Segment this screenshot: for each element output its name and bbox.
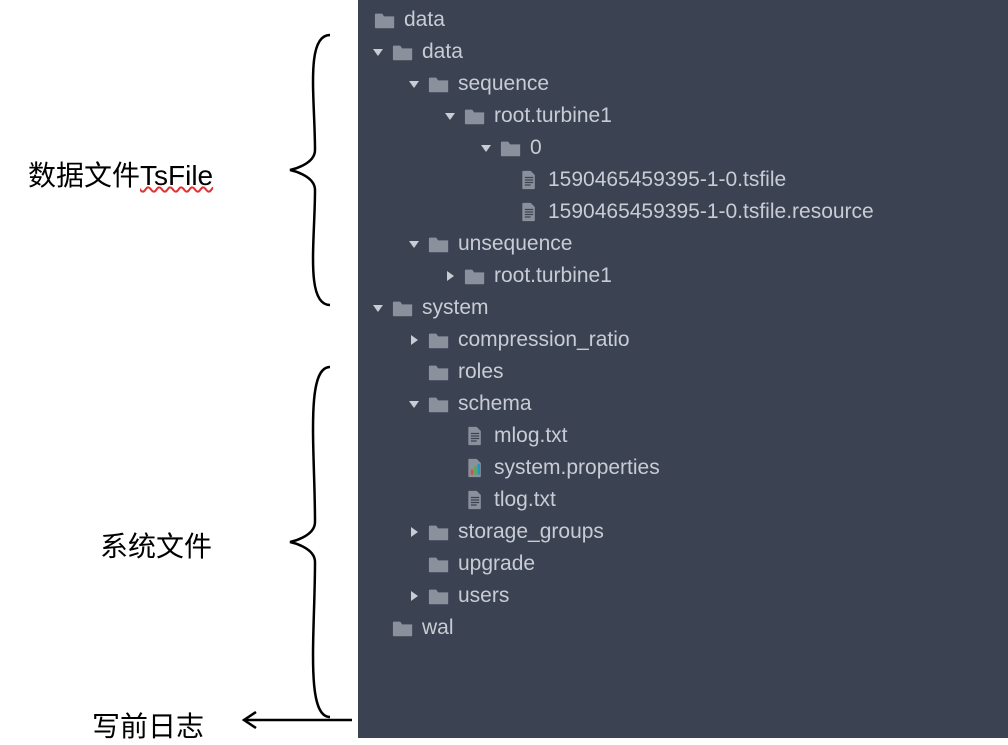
arrow-wal (234, 710, 354, 730)
annotation-tsfile-prefix: 数据文件 (28, 160, 140, 191)
tree-item-label: data (422, 40, 463, 64)
tree-row[interactable]: data (358, 36, 1008, 68)
tree-row[interactable]: sequence (358, 68, 1008, 100)
tree-item-label: system.properties (494, 456, 660, 480)
chevron-right-icon[interactable] (406, 526, 422, 538)
tree-item-label: mlog.txt (494, 424, 568, 448)
folder-icon (392, 297, 414, 319)
tree-item-label: roles (458, 360, 504, 384)
tree-item-label: storage_groups (458, 520, 604, 544)
folder-icon (392, 617, 414, 639)
chevron-down-icon[interactable] (370, 46, 386, 58)
annotation-tsfile-suffix: TsFile (140, 160, 213, 191)
file-icon (464, 425, 486, 447)
folder-icon (428, 521, 450, 543)
folder-icon (428, 233, 450, 255)
tree-row[interactable]: 1590465459395-1-0.tsfile (358, 164, 1008, 196)
tree-row[interactable]: schema (358, 388, 1008, 420)
file-icon (518, 201, 540, 223)
tree-row[interactable]: 0 (358, 132, 1008, 164)
folder-icon (392, 41, 414, 63)
file-tree-panel: datadatasequenceroot.turbine101590465459… (358, 0, 1008, 738)
chevron-right-icon[interactable] (442, 270, 458, 282)
annotation-tsfile: 数据文件TsFile (28, 154, 213, 194)
annotation-system: 系统文件 (100, 525, 212, 565)
tree-item-label: wal (422, 616, 454, 640)
tree-row[interactable]: storage_groups (358, 516, 1008, 548)
chevron-down-icon[interactable] (478, 142, 494, 154)
tree-row[interactable]: 1590465459395-1-0.tsfile.resource (358, 196, 1008, 228)
tree-row[interactable]: roles (358, 356, 1008, 388)
folder-icon (428, 329, 450, 351)
tree-item-label: schema (458, 392, 532, 416)
file-icon (518, 169, 540, 191)
tree-item-label: compression_ratio (458, 328, 630, 352)
folder-icon (500, 137, 522, 159)
tree-row[interactable]: root.turbine1 (358, 100, 1008, 132)
tree-item-label: root.turbine1 (494, 104, 612, 128)
tree-item-label: 0 (530, 136, 542, 160)
tree-row[interactable]: root.turbine1 (358, 260, 1008, 292)
chevron-down-icon[interactable] (406, 398, 422, 410)
tree-row[interactable]: system.properties (358, 452, 1008, 484)
folder-icon (428, 585, 450, 607)
chevron-down-icon[interactable] (370, 302, 386, 314)
tree-item-label: users (458, 584, 509, 608)
tree-item-label: unsequence (458, 232, 572, 256)
folder-icon (464, 105, 486, 127)
tree-row[interactable]: tlog.txt (358, 484, 1008, 516)
folder-icon (374, 9, 396, 31)
folder-icon (428, 553, 450, 575)
brace-system (280, 362, 340, 722)
tree-row[interactable]: wal (358, 612, 1008, 644)
chevron-down-icon[interactable] (406, 78, 422, 90)
chevron-down-icon[interactable] (442, 110, 458, 122)
tree-item-label: system (422, 296, 489, 320)
tree-item-label: 1590465459395-1-0.tsfile.resource (548, 200, 874, 224)
tree-item-label: tlog.txt (494, 488, 556, 512)
chevron-right-icon[interactable] (406, 590, 422, 602)
chevron-down-icon[interactable] (406, 238, 422, 250)
tree-item-label: 1590465459395-1-0.tsfile (548, 168, 786, 192)
tree-row[interactable]: data (358, 4, 1008, 36)
tree-row[interactable]: system (358, 292, 1008, 324)
annotation-wal: 写前日志 (92, 705, 204, 745)
tree-item-label: upgrade (458, 552, 535, 576)
tree-row[interactable]: users (358, 580, 1008, 612)
chevron-right-icon[interactable] (406, 334, 422, 346)
tree-row[interactable]: mlog.txt (358, 420, 1008, 452)
folder-icon (428, 361, 450, 383)
brace-tsfile (280, 30, 340, 310)
tree-item-label: root.turbine1 (494, 264, 612, 288)
properties-file-icon (464, 457, 486, 479)
folder-icon (428, 73, 450, 95)
tree-item-label: data (404, 8, 445, 32)
tree-row[interactable]: upgrade (358, 548, 1008, 580)
tree-row[interactable]: unsequence (358, 228, 1008, 260)
folder-icon (464, 265, 486, 287)
folder-icon (428, 393, 450, 415)
tree-item-label: sequence (458, 72, 549, 96)
file-icon (464, 489, 486, 511)
tree-row[interactable]: compression_ratio (358, 324, 1008, 356)
